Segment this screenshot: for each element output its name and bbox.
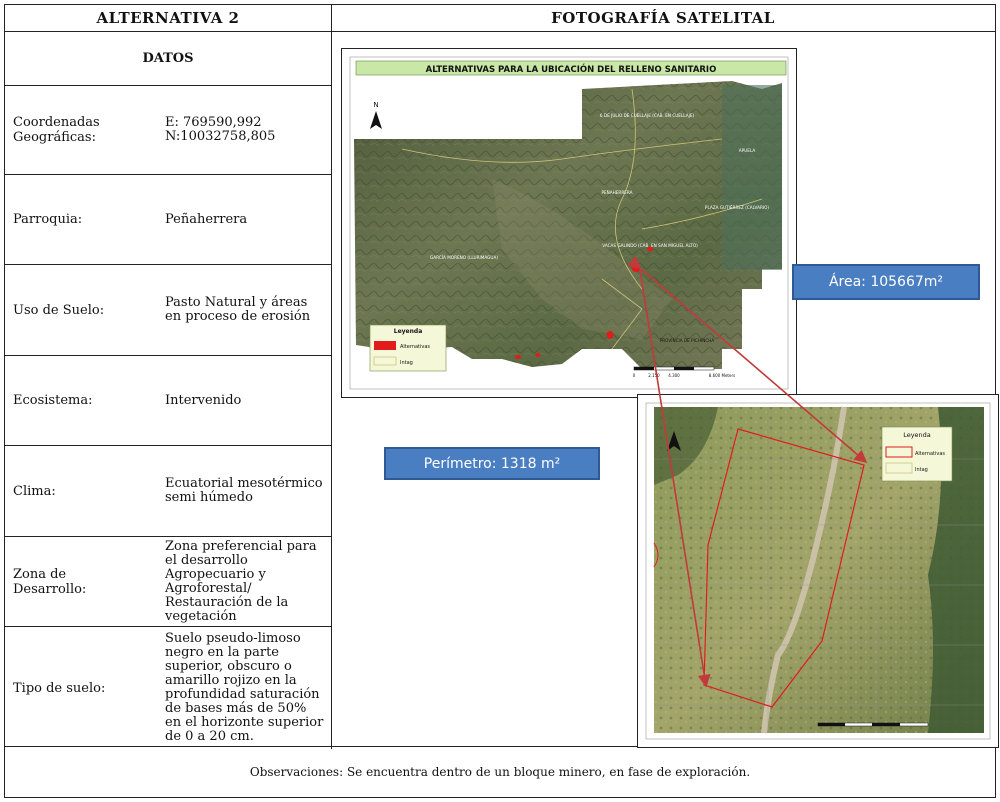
place-label: PEÑAHERRERA xyxy=(601,190,632,195)
place-label: APUELA xyxy=(739,148,756,153)
place-label: 6 DE JULIO DE CUELLAJE (CAB. EN CUELLAJE… xyxy=(600,113,695,118)
row-value: E: 769590,992 N:10032758,805 xyxy=(165,114,276,144)
area-callout: Área: 105667m² xyxy=(792,264,980,300)
legend-title: Leyenda xyxy=(903,431,931,439)
row-label: Zona de Desarrollo: xyxy=(13,566,87,597)
row-label: Coordenadas Geográficas: xyxy=(13,114,100,145)
alternative-marker xyxy=(515,355,521,359)
scale-bar-segment xyxy=(818,723,845,726)
scale-label: 4.300 xyxy=(668,373,680,378)
scale-label: 2.150 xyxy=(648,373,660,378)
scale-bar-segment xyxy=(634,367,654,370)
row-label: Clima: xyxy=(13,483,56,499)
place-label: PROVINCIA DE PICHINCHA xyxy=(660,338,715,343)
satellite-title: FOTOGRAFÍA SATELITAL xyxy=(331,5,995,32)
legend-item: Alternativas xyxy=(400,344,430,350)
row-value: Intervenido xyxy=(165,392,242,408)
scale-bar-segment xyxy=(872,723,900,726)
row-tipo-suelo: Tipo de suelo: Suelo pseudo-limoso negro… xyxy=(5,627,331,749)
legend-swatch-red xyxy=(374,341,396,350)
map-title: ALTERNATIVAS PARA LA UBICACIÓN DEL RELLE… xyxy=(426,63,717,75)
scale-bar-segment xyxy=(674,367,694,370)
row-coordenadas: Coordenadas Geográficas: E: 769590,992 N… xyxy=(5,85,331,175)
place-label: GARCÍA MORENO (LLURIMAGUA) xyxy=(430,255,498,260)
alternative-marker xyxy=(647,246,653,252)
alternative-title: ALTERNATIVA 2 xyxy=(5,5,332,32)
legend-title: Leyenda xyxy=(394,328,423,335)
north-label: N xyxy=(373,101,378,109)
alternative-marker xyxy=(632,266,640,272)
row-value: Peñaherrera xyxy=(165,211,248,227)
detail-map-svg: Leyenda Alternativas Intag xyxy=(645,402,991,740)
alternative-marker xyxy=(535,353,541,357)
place-label: PLAZA GUTIÉRREZ (CALVARIO) xyxy=(705,205,769,210)
regional-map-svg: ALTERNATIVAS PARA LA UBICACIÓN DEL RELLE… xyxy=(349,56,789,390)
row-label: Parroquia: xyxy=(13,212,83,227)
row-parroquia: Parroquia: Peñaherrera xyxy=(5,175,331,265)
row-clima: Clima: Ecuatorial mesotérmico semi húmed… xyxy=(5,446,331,537)
legend-item: Alternativas xyxy=(915,451,945,457)
row-zona-desarrollo: Zona de Desarrollo: Zona preferencial pa… xyxy=(5,537,331,627)
row-label: Uso de Suelo: xyxy=(13,302,105,318)
row-label: Tipo de suelo: xyxy=(13,680,106,696)
scale-label: 0 xyxy=(633,373,636,378)
row-value: Suelo pseudo-limoso negro en la parte su… xyxy=(165,631,324,744)
row-ecosistema: Ecosistema: Intervenido xyxy=(5,356,331,446)
row-uso-suelo: Uso de Suelo: Pasto Natural y áreas en p… xyxy=(5,265,331,356)
regional-map: ALTERNATIVAS PARA LA UBICACIÓN DEL RELLE… xyxy=(341,48,797,398)
datos-heading: DATOS xyxy=(5,31,331,86)
perimeter-callout: Perímetro: 1318 m² xyxy=(384,447,600,480)
data-column: DATOS Coordenadas Geográficas: E: 769590… xyxy=(5,31,332,749)
terrain-patch xyxy=(722,85,782,270)
legend-item: Intag xyxy=(400,360,413,366)
row-label: Ecosistema: xyxy=(13,393,93,408)
legend-item: Intag xyxy=(915,467,928,473)
row-value: Zona preferencial para el desarrollo Agr… xyxy=(165,538,317,624)
row-value: Pasto Natural y áreas en proceso de eros… xyxy=(165,295,311,324)
detail-map: Leyenda Alternativas Intag xyxy=(637,394,999,748)
scale-label: 8.600 Meters xyxy=(709,373,735,378)
alternative-marker xyxy=(606,331,614,339)
row-value: Ecuatorial mesotérmico semi húmedo xyxy=(165,476,323,505)
observations: Observaciones: Se encuentra dentro de un… xyxy=(5,746,995,797)
map-blank xyxy=(354,85,582,139)
